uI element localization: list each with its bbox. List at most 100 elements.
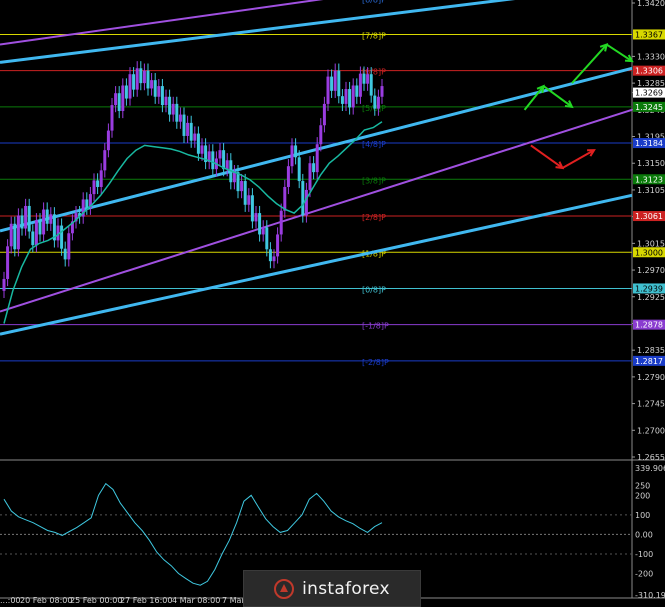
candle-body (34, 220, 38, 246)
osc-tick-label: 339.9066 (635, 464, 665, 473)
price-tick-label: 1.3150 (637, 159, 665, 168)
candle-body (193, 133, 197, 141)
candle-body (232, 172, 236, 183)
watermark-text: instaforex (302, 578, 390, 599)
candle-body (366, 74, 370, 84)
candle-body (355, 85, 359, 97)
candle-body (31, 231, 35, 246)
candle-body (96, 180, 100, 187)
candle-body (63, 248, 67, 260)
price-level-tag-label: 1.2939 (635, 284, 663, 293)
candle-body (49, 214, 53, 224)
candle-body (67, 233, 71, 260)
murray-level-label: [4/8]P (362, 140, 386, 149)
candle-body (358, 73, 362, 97)
osc-tick-label: -100 (635, 550, 653, 559)
candle-body (124, 85, 128, 99)
candle-body (254, 213, 258, 222)
candle-body (186, 122, 190, 136)
candle-body (225, 160, 229, 170)
instaforex-watermark: instaforex (243, 570, 421, 607)
candle-body (24, 205, 28, 229)
candle-body (276, 234, 280, 257)
murray-level-label: [0/8]P (362, 285, 386, 294)
candle-body (182, 114, 186, 136)
candle-body (218, 150, 222, 159)
time-axis-label: 20 Feb 08:00 (20, 596, 72, 605)
candle-body (308, 163, 312, 190)
candle-body (376, 96, 380, 109)
price-level-tag-label: 1.3000 (635, 248, 663, 257)
candle-body (6, 246, 10, 279)
candle-body (38, 220, 42, 235)
candle-body (114, 93, 118, 106)
candle-body (117, 93, 121, 112)
candle-body (250, 195, 254, 222)
candle-body (13, 223, 17, 250)
candle-body (110, 105, 114, 131)
candle-body (2, 278, 6, 291)
forecast-arrow (542, 85, 573, 108)
candle-body (340, 96, 344, 104)
murray-level-label: [7/8]P (362, 31, 386, 40)
candle-body (128, 74, 132, 99)
price-tick-label: 1.2970 (637, 266, 665, 275)
candle-body (326, 76, 330, 104)
candle-body (243, 181, 247, 205)
forecast-arrow (561, 149, 595, 169)
price-level-tag-label: 1.3123 (635, 175, 663, 184)
candle-body (319, 125, 323, 145)
candle-body (344, 89, 348, 104)
price-level-tag-label: 1.2817 (635, 357, 663, 366)
candle-body (45, 209, 49, 224)
forecast-arrow (523, 85, 545, 111)
candle-body (322, 103, 326, 126)
time-axis: ...:00 20 Feb 08:0025 Feb 00:0027 Feb 16:… (0, 596, 255, 605)
candle-body (297, 157, 301, 182)
osc-tick-label: -310.194 (635, 591, 665, 600)
price-level-tag-label: 1.3245 (635, 103, 663, 112)
price-level-tag-label: 1.2878 (635, 321, 663, 330)
candle-body (92, 180, 96, 195)
candle-body (150, 80, 154, 89)
candle-body (9, 223, 13, 247)
candle-body (348, 89, 352, 108)
candle-body (16, 215, 20, 250)
price-tick-label: 1.3330 (637, 52, 665, 61)
candle-body (330, 76, 334, 91)
candle-body (380, 86, 384, 97)
candle-body (189, 122, 193, 141)
price-tick-label: 1.2790 (637, 373, 665, 382)
osc-tick-label: 0.00 (635, 530, 653, 539)
price-level-tag-label: 1.3061 (635, 212, 663, 221)
price-tick-label: 1.3015 (637, 239, 665, 248)
candle-body (268, 249, 272, 262)
murray-level-label: [-1/8]P (362, 322, 389, 331)
price-tick-label: 1.2655 (637, 453, 665, 462)
candle-body (369, 74, 373, 96)
candle-body (247, 195, 251, 205)
candle-body (222, 150, 226, 170)
candle-body (153, 80, 157, 97)
candle-body (164, 96, 168, 106)
candle-body (211, 151, 215, 170)
candle-body (27, 205, 31, 232)
candle-body (103, 150, 107, 171)
price-level-tag-label: 1.3184 (635, 139, 663, 148)
candle-body (85, 199, 89, 208)
candle-body (146, 70, 150, 89)
candle-body (171, 103, 175, 115)
candle-body (160, 86, 164, 106)
candle-body (279, 210, 283, 235)
regression-channel-center-line (0, 108, 633, 313)
osc-tick-label: 250 (635, 482, 650, 491)
candle-body (121, 85, 125, 112)
candle-body (301, 181, 305, 216)
candle-body (362, 73, 366, 84)
instaforex-logo-icon (274, 578, 295, 599)
candle-body (168, 96, 172, 115)
candle-body (290, 145, 294, 167)
murray-level-label: [3/8]P (362, 176, 386, 185)
candle-body (337, 70, 341, 97)
candle-body (272, 256, 276, 262)
